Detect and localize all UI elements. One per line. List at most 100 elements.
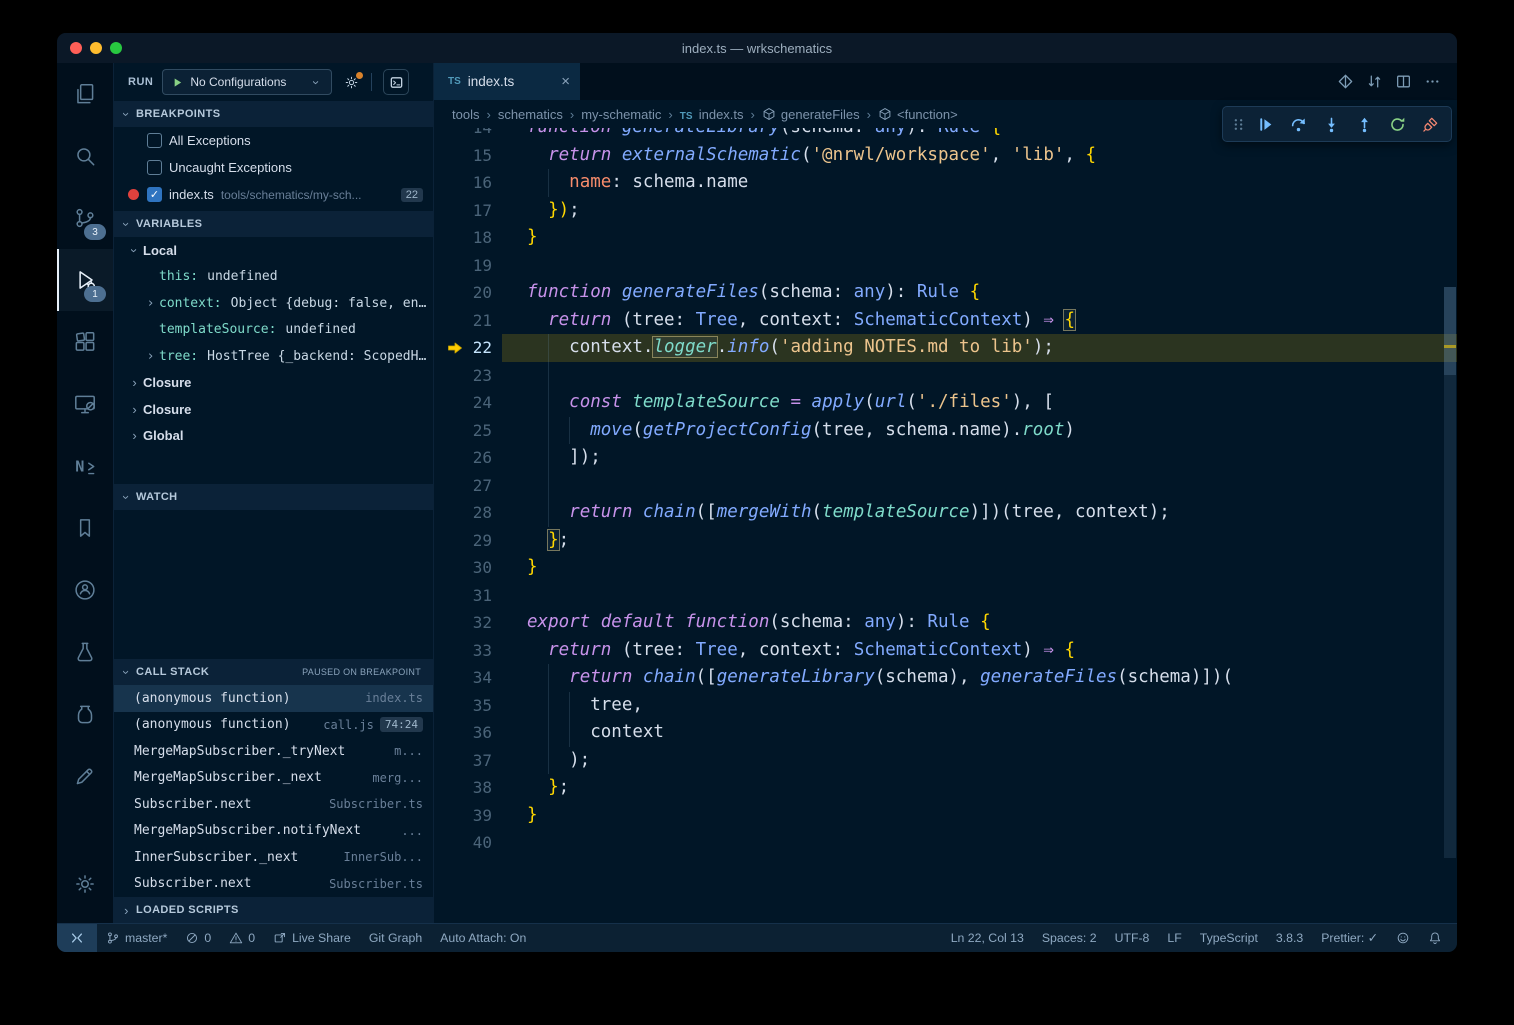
code-line[interactable]	[502, 362, 1457, 390]
line-number[interactable]: 27	[434, 472, 502, 500]
code-line[interactable]: name: schema.name	[502, 169, 1457, 197]
breakpoint-row[interactable]: ✓index.tstools/schematics/my-sch...22	[114, 181, 433, 208]
breadcrumb-item[interactable]: TSindex.ts	[680, 107, 744, 122]
code-line[interactable]: });	[502, 197, 1457, 225]
variable-scope-row[interactable]: ›Local	[114, 237, 433, 264]
variable-row[interactable]: ›tree:HostTree {_backend: ScopedH…	[114, 343, 433, 370]
activity-live-share[interactable]	[57, 559, 113, 621]
code-line[interactable]: }	[502, 554, 1457, 582]
variable-row[interactable]: templateSource:undefined	[114, 317, 433, 344]
line-number[interactable]: 18	[434, 224, 502, 252]
breakpoint-row[interactable]: Uncaught Exceptions	[114, 154, 433, 181]
status-git-graph[interactable]: Git Graph	[360, 924, 431, 952]
compare-button[interactable]	[1366, 73, 1383, 90]
step-into-button[interactable]	[1315, 109, 1348, 139]
breadcrumb-item[interactable]: my-schematic	[581, 107, 661, 122]
code-line[interactable]: return (tree: Tree, context: SchematicCo…	[502, 307, 1457, 335]
breakpoint-checkbox[interactable]	[147, 133, 162, 148]
variable-row[interactable]: ›context:Object {debug: false, en…	[114, 290, 433, 317]
disconnect-button[interactable]	[1414, 109, 1447, 139]
minimize-button[interactable]	[90, 42, 102, 54]
call-stack-frame[interactable]: MergeMapSubscriber.notifyNext...	[114, 818, 433, 845]
breadcrumb-item[interactable]: tools	[452, 107, 479, 122]
line-number[interactable]: 36	[434, 719, 502, 747]
status-ts-version[interactable]: 3.8.3	[1267, 924, 1312, 952]
status-auto-attach[interactable]: Auto Attach: On	[431, 924, 535, 952]
call-stack-frame[interactable]: Subscriber.nextSubscriber.ts	[114, 791, 433, 818]
activity-testing[interactable]	[57, 621, 113, 683]
code-line[interactable]: }	[502, 224, 1457, 252]
breakpoint-checkbox[interactable]: ✓	[147, 187, 162, 202]
code-line[interactable]: return chain([generateLibrary(schema), g…	[502, 664, 1457, 692]
code-line[interactable]: return (tree: Tree, context: SchematicCo…	[502, 637, 1457, 665]
line-number[interactable]: 14	[434, 128, 502, 142]
activity-containers[interactable]	[57, 683, 113, 745]
line-number[interactable]: 34	[434, 664, 502, 692]
activity-settings[interactable]	[57, 853, 113, 915]
call-stack-frame[interactable]: (anonymous function)index.ts	[114, 685, 433, 712]
breadcrumb-item[interactable]: schematics	[498, 107, 563, 122]
status-notifications[interactable]	[1419, 924, 1451, 952]
call-stack-frame[interactable]: InnerSubscriber._nextInnerSub...	[114, 844, 433, 871]
code-line[interactable]	[502, 829, 1457, 857]
step-over-button[interactable]	[1282, 109, 1315, 139]
code-line[interactable]: function generateFiles(schema: any): Rul…	[502, 279, 1457, 307]
line-number[interactable]: 15	[434, 142, 502, 170]
split-editor-button[interactable]	[1395, 73, 1412, 90]
code-line[interactable]: const templateSource = apply(url('./file…	[502, 389, 1457, 417]
line-number[interactable]: 24	[434, 389, 502, 417]
launch-config-dropdown[interactable]: No Configurations ›	[162, 69, 332, 95]
zoom-button[interactable]	[110, 42, 122, 54]
line-number[interactable]: 40	[434, 829, 502, 857]
line-number[interactable]: 39	[434, 802, 502, 830]
close-button[interactable]	[70, 42, 82, 54]
restart-button[interactable]	[1381, 109, 1414, 139]
status-remote-indicator[interactable]	[57, 924, 97, 952]
line-number[interactable]: 33	[434, 637, 502, 665]
activity-nx-console[interactable]: N	[57, 435, 113, 497]
line-number[interactable]: 38	[434, 774, 502, 802]
code-viewport[interactable]: 14function generateLibrary(schema: any):…	[434, 128, 1457, 923]
status-feedback[interactable]	[1387, 924, 1419, 952]
line-number[interactable]: 20	[434, 279, 502, 307]
status-indentation[interactable]: Spaces: 2	[1033, 924, 1106, 952]
call-stack-frame[interactable]: MergeMapSubscriber._nextmerg...	[114, 765, 433, 792]
code-line[interactable]	[502, 472, 1457, 500]
debug-settings-gear[interactable]	[343, 74, 360, 91]
activity-explorer[interactable]	[57, 63, 113, 125]
line-number[interactable]: 35	[434, 692, 502, 720]
breadcrumb-item[interactable]: <function>	[878, 107, 958, 122]
tab-close-icon[interactable]: ×	[561, 73, 570, 90]
variables-header[interactable]: › VARIABLES	[114, 211, 433, 237]
line-number[interactable]: 32	[434, 609, 502, 637]
breadcrumb-item[interactable]: generateFiles	[762, 107, 860, 122]
line-number[interactable]: 22	[434, 334, 502, 362]
call-stack-header[interactable]: › CALL STACK PAUSED ON BREAKPOINT	[114, 659, 433, 685]
variable-scope-row[interactable]: ›Closure	[114, 370, 433, 397]
code-line[interactable]: export default function(schema: any): Ru…	[502, 609, 1457, 637]
call-stack-frame[interactable]: (anonymous function)call.js74:24	[114, 712, 433, 739]
code-line[interactable]: return chain([mergeWith(templateSource)]…	[502, 499, 1457, 527]
line-number[interactable]: 29	[434, 527, 502, 555]
breakpoint-checkbox[interactable]	[147, 160, 162, 175]
status-errors[interactable]: 0	[176, 924, 220, 952]
status-warnings[interactable]: 0	[220, 924, 264, 952]
line-number[interactable]: 21	[434, 307, 502, 335]
line-number[interactable]: 16	[434, 169, 502, 197]
line-number[interactable]: 30	[434, 554, 502, 582]
line-number[interactable]: 19	[434, 252, 502, 280]
code-line[interactable]: return externalSchematic('@nrwl/workspac…	[502, 142, 1457, 170]
code-line[interactable]	[502, 252, 1457, 280]
breakpoints-header[interactable]: › BREAKPOINTS	[114, 101, 433, 127]
loaded-scripts-header[interactable]: › LOADED SCRIPTS	[114, 897, 433, 923]
line-number[interactable]: 31	[434, 582, 502, 610]
more-actions-button[interactable]	[1424, 73, 1441, 90]
status-cursor-position[interactable]: Ln 22, Col 13	[942, 924, 1033, 952]
code-line[interactable]: );	[502, 747, 1457, 775]
tab-index-ts[interactable]: TS index.ts ×	[434, 63, 580, 100]
variable-scope-row[interactable]: ›Global	[114, 423, 433, 450]
status-encoding[interactable]: UTF-8	[1106, 924, 1159, 952]
activity-bookmarks[interactable]	[57, 497, 113, 559]
activity-run-debug[interactable]: 1	[57, 249, 113, 311]
code-line[interactable]: }	[502, 802, 1457, 830]
